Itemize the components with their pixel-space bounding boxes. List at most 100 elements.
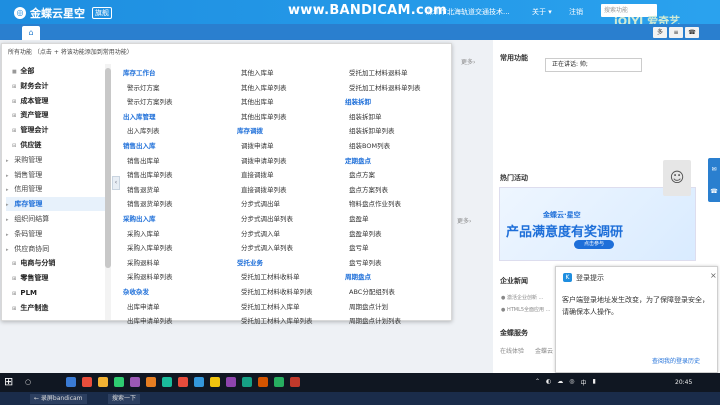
function-link[interactable]: 盘点方案列表 bbox=[345, 184, 455, 196]
taskbar-app-icon[interactable] bbox=[290, 377, 300, 387]
nav-item[interactable]: ⊞ 电商与分销 bbox=[6, 256, 106, 270]
function-link[interactable]: 其他入库单 bbox=[237, 67, 347, 79]
close-icon[interactable]: × bbox=[710, 271, 717, 280]
function-link[interactable]: 组装拆卸单列表 bbox=[345, 125, 455, 137]
function-link[interactable]: 受托加工材料退料单列表 bbox=[345, 82, 455, 94]
nav-item[interactable]: ▸ 供应商协同 bbox=[6, 242, 106, 256]
toolbar-button[interactable]: ≡ bbox=[669, 27, 683, 38]
function-link[interactable]: 受托加工材料入库单列表 bbox=[237, 315, 347, 327]
toolbar-button[interactable]: ☎ bbox=[685, 27, 699, 38]
function-link[interactable]: 盘亏单列表 bbox=[345, 257, 455, 269]
taskbar-app-icon[interactable] bbox=[210, 377, 220, 387]
collapse-nav-button[interactable]: ‹ bbox=[112, 176, 120, 190]
service-icon[interactable]: ☎ bbox=[710, 188, 717, 195]
function-link[interactable]: 盘盈单列表 bbox=[345, 228, 455, 240]
service-item[interactable]: 金蝶云 bbox=[535, 346, 553, 355]
login-history-link[interactable]: 查阅我的登录历史 bbox=[652, 356, 700, 365]
taskbar-app-icon[interactable] bbox=[274, 377, 284, 387]
taskbar-app-icon[interactable] bbox=[242, 377, 252, 387]
function-link[interactable]: 销售退货单列表 bbox=[123, 198, 233, 210]
side-float-widget[interactable]: ✉ ☎ bbox=[708, 158, 720, 202]
nav-item[interactable]: ⊟ 供应链 bbox=[6, 138, 106, 152]
windows-icon[interactable]: ⊞ bbox=[4, 375, 13, 388]
function-link[interactable]: 其他出库单 bbox=[237, 96, 347, 108]
function-link[interactable]: 组装拆卸单 bbox=[345, 111, 455, 123]
function-link[interactable]: 受托加工材料入库单 bbox=[237, 301, 347, 313]
nav-item[interactable]: ⊞ 资产管理 bbox=[6, 108, 106, 122]
function-link[interactable]: 盘亏单 bbox=[345, 242, 455, 254]
chat-icon[interactable]: ✉ bbox=[711, 166, 716, 173]
function-link[interactable]: 盘盈单 bbox=[345, 213, 455, 225]
function-link[interactable]: 出库申请单 bbox=[123, 301, 233, 313]
function-link[interactable]: 警示灯方案 bbox=[123, 82, 233, 94]
company-selector[interactable]: 深圳市北海轨道交通技术... bbox=[426, 7, 510, 17]
function-link[interactable]: 销售退货单 bbox=[123, 184, 233, 196]
function-link[interactable]: 采购入库单列表 bbox=[123, 242, 233, 254]
taskbar-app-icon[interactable] bbox=[98, 377, 108, 387]
function-link[interactable]: 分步式调出单 bbox=[237, 198, 347, 210]
nav-item[interactable]: ▸ 组织间结算 bbox=[6, 212, 106, 226]
bandicam-window-tab[interactable]: ← 录屏bandicam bbox=[30, 394, 87, 404]
function-link[interactable]: 警示灯方案列表 bbox=[123, 96, 233, 108]
tray-icon[interactable]: ◐ bbox=[546, 378, 551, 387]
function-link[interactable]: 分步式调入单 bbox=[237, 228, 347, 240]
function-link[interactable]: 分步式调出单列表 bbox=[237, 213, 347, 225]
banner-join-button[interactable]: 点击参与 bbox=[574, 240, 614, 249]
toolbar-button[interactable]: 多 bbox=[653, 27, 667, 38]
nav-item[interactable]: ▸ 库存管理 bbox=[6, 197, 106, 212]
function-link[interactable]: 分步式调入单列表 bbox=[237, 242, 347, 254]
activity-banner[interactable]: 金蝶云·星空 产品满意度有奖调研 点击参与 bbox=[499, 187, 696, 261]
function-link[interactable]: 采购退料单列表 bbox=[123, 271, 233, 283]
function-link[interactable]: 直接调拨单 bbox=[237, 169, 347, 181]
taskbar-app-icon[interactable] bbox=[226, 377, 236, 387]
taskbar-app-icon[interactable] bbox=[66, 377, 76, 387]
scrollbar-thumb[interactable] bbox=[105, 68, 111, 268]
taskbar-app-icon[interactable] bbox=[194, 377, 204, 387]
function-link[interactable]: 采购退料单 bbox=[123, 257, 233, 269]
tray-icon[interactable]: ▮ bbox=[593, 378, 596, 387]
function-link[interactable]: 受托加工材料收料单列表 bbox=[237, 286, 347, 298]
function-link[interactable]: 其他入库单列表 bbox=[237, 82, 347, 94]
function-link[interactable]: 出入库列表 bbox=[123, 125, 233, 137]
more-link[interactable]: 更多› bbox=[461, 57, 475, 66]
function-link[interactable]: 销售出库单 bbox=[123, 155, 233, 167]
tray-icon[interactable]: ☁ bbox=[557, 378, 563, 387]
nav-item[interactable]: ▸ 销售管理 bbox=[6, 168, 106, 182]
app-logo[interactable]: ◎ 金蝶云星空 旗舰 bbox=[14, 5, 112, 21]
news-item[interactable]: ● HTML5全面应用 ... bbox=[501, 306, 550, 313]
function-link[interactable]: 受托加工材料收料单 bbox=[237, 271, 347, 283]
function-link[interactable]: 物料盘点作业列表 bbox=[345, 198, 455, 210]
function-link[interactable]: 受托加工材料退料单 bbox=[345, 67, 455, 79]
function-link[interactable]: 组装BOM列表 bbox=[345, 140, 455, 152]
function-link[interactable]: 调拨申请单 bbox=[237, 140, 347, 152]
taskbar-app-icon[interactable] bbox=[130, 377, 140, 387]
search-window-tab[interactable]: 搜索一下 bbox=[108, 394, 141, 404]
taskbar-app-icon[interactable] bbox=[162, 377, 172, 387]
nav-item[interactable]: ⊞ 成本管理 bbox=[6, 94, 106, 108]
nav-item[interactable]: ⊞ 财务会计 bbox=[6, 79, 106, 93]
taskbar-app-icon[interactable] bbox=[178, 377, 188, 387]
tray-icon[interactable]: ◎ bbox=[569, 378, 574, 387]
function-link[interactable]: 销售出库单列表 bbox=[123, 169, 233, 181]
nav-item[interactable]: ▸ 信用管理 bbox=[6, 182, 106, 196]
about-menu[interactable]: 关于 ▾ bbox=[532, 7, 552, 17]
taskbar-app-icon[interactable] bbox=[114, 377, 124, 387]
taskbar-app-icon[interactable] bbox=[82, 377, 92, 387]
nav-item[interactable]: ▸ 采购管理 bbox=[6, 153, 106, 167]
function-link[interactable]: 周期盘点计划列表 bbox=[345, 315, 455, 327]
function-link[interactable]: 采购入库单 bbox=[123, 228, 233, 240]
nav-item[interactable]: ■ 全部 bbox=[6, 64, 106, 78]
function-link[interactable]: 周期盘点计划 bbox=[345, 301, 455, 313]
nav-item[interactable]: ⊞ 生产制造 bbox=[6, 301, 106, 315]
service-item[interactable]: 在线体验 bbox=[500, 346, 524, 355]
function-link[interactable]: 盘点方案 bbox=[345, 169, 455, 181]
function-link[interactable]: 调拨申请单列表 bbox=[237, 155, 347, 167]
taskbar-app-icon[interactable] bbox=[258, 377, 268, 387]
logout-link[interactable]: 注销 bbox=[569, 7, 583, 17]
nav-item[interactable]: ⊞ 零售管理 bbox=[6, 271, 106, 285]
tray-icon[interactable]: ⌃ bbox=[535, 378, 540, 387]
function-link[interactable]: 出库申请单列表 bbox=[123, 315, 233, 327]
news-item[interactable]: ● 激活企业创新 ... bbox=[501, 294, 543, 301]
function-link[interactable]: 直接调拨单列表 bbox=[237, 184, 347, 196]
nav-item[interactable]: ▸ 条码管理 bbox=[6, 227, 106, 241]
